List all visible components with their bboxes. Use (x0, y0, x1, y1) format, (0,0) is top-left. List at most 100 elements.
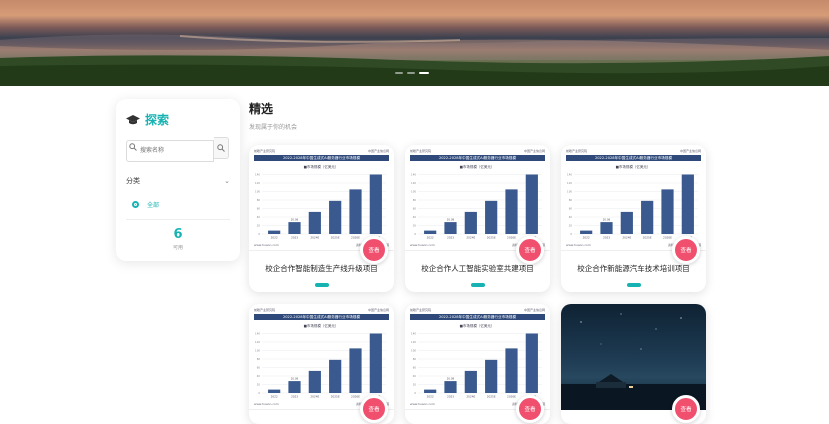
y-tick-label: 0 (414, 391, 416, 395)
view-button[interactable]: 查看 (672, 236, 700, 264)
y-tick-label: 20 (413, 224, 417, 228)
chart-org: 前瞻产业研究院 (410, 308, 432, 312)
search-button[interactable] (214, 137, 229, 159)
x-tick-label: 2023 (447, 236, 454, 240)
project-card[interactable]: 前瞻产业研究院 中国产业信息网 2022-2028年中国生成式AI服务器行业市场规模… (561, 145, 706, 292)
hero-banner (0, 0, 829, 86)
y-tick-label: 40 (569, 215, 573, 219)
y-tick-label: 120 (255, 340, 260, 344)
card-thumbnail[interactable]: 前瞻产业研究院 中国产业信息网 2022-2028年中国生成式AI服务器行业市场规模… (561, 145, 706, 264)
y-tick-label: 140 (567, 173, 572, 177)
search-icon (217, 144, 225, 152)
card-thumbnail[interactable]: 前瞻产业研究院 中国产业信息网 2022-2028年中国生成式AI服务器行业市场规模… (249, 304, 394, 423)
category-label: 分类 (126, 177, 140, 185)
carousel-dot[interactable] (407, 72, 415, 74)
y-tick-label: 140 (411, 332, 416, 336)
chart-bar (268, 230, 281, 234)
chart-header: 前瞻产业研究院 中国产业信息网 (254, 149, 389, 154)
chart-bar (308, 211, 321, 234)
card-thumbnail[interactable]: 查看 (561, 304, 706, 423)
y-tick-label: 0 (258, 391, 260, 395)
search-icon (129, 143, 137, 151)
chart-site-top: 中国产业信息网 (523, 308, 545, 312)
card-title: 校企合作智能制造生产线升级项目 (265, 264, 378, 273)
chart-bar (600, 222, 613, 234)
card-tag-pill (626, 283, 641, 287)
data-label: 20.08 (291, 377, 299, 381)
chart-site: www.huaon.com (566, 243, 591, 247)
chart-org: 前瞻产业研究院 (254, 149, 276, 153)
chart-bar (661, 189, 674, 234)
explore-sidebar: 探索 分类 ⌄ 全部 6 可用 (116, 99, 240, 261)
category-option-all[interactable]: 全部 (132, 200, 230, 209)
chart-title: 2022-2028年中国生成式AI服务器行业市场规模 (254, 155, 389, 161)
card-thumbnail[interactable]: 前瞻产业研究院 中国产业信息网 2022-2028年中国生成式AI服务器行业市场规模… (405, 304, 550, 423)
x-tick-label: 2024E (622, 236, 631, 240)
y-tick-label: 140 (255, 173, 260, 177)
y-tick-label: 0 (414, 232, 416, 236)
category-toggle[interactable]: 分类 ⌄ (126, 176, 230, 186)
x-tick-label: 2023 (291, 236, 298, 240)
chart-bar (505, 189, 518, 234)
chart-site-top: 中国产业信息网 (523, 149, 545, 153)
carousel-dot-active[interactable] (419, 72, 429, 74)
y-tick-label: 140 (255, 332, 260, 336)
y-tick-label: 20 (257, 224, 261, 228)
chart-bar (641, 200, 654, 234)
chart-bar (424, 230, 437, 234)
x-tick-label: 2025E (487, 236, 496, 240)
view-button[interactable]: 查看 (516, 236, 544, 264)
chart-legend: ■市场规模（亿美元） (460, 164, 495, 169)
chart-bar (485, 359, 498, 393)
project-card[interactable]: 前瞻产业研究院 中国产业信息网 2022-2028年中国生成式AI服务器行业市场规模… (249, 304, 394, 424)
card-title: 校企合作新能源汽车技术培训项目 (577, 264, 690, 273)
radio-selected-icon[interactable] (132, 201, 139, 208)
chart-bar (369, 333, 382, 393)
card-thumbnail[interactable]: 前瞻产业研究院 中国产业信息网 2022-2028年中国生成式AI服务器行业市场规模… (249, 145, 394, 264)
project-card[interactable]: 前瞻产业研究院 中国产业信息网 2022-2028年中国生成式AI服务器行业市场规模… (249, 145, 394, 292)
y-tick-label: 60 (257, 207, 261, 211)
view-button[interactable]: 查看 (516, 395, 544, 423)
y-tick-label: 100 (567, 190, 572, 194)
project-card[interactable]: 查看 (561, 304, 706, 424)
y-tick-label: 40 (257, 374, 261, 378)
x-tick-label: 2026E (663, 236, 672, 240)
x-tick-label: 2024E (310, 395, 319, 399)
x-tick-label: 2022 (583, 236, 590, 240)
search-input[interactable] (126, 139, 214, 162)
chart-bar (288, 381, 301, 393)
y-tick-label: 80 (413, 357, 417, 361)
y-tick-label: 0 (258, 232, 260, 236)
y-tick-label: 60 (413, 366, 417, 370)
chart-bar (580, 230, 593, 234)
x-tick-label: 2025E (331, 395, 340, 399)
chart-title: 2022-2028年中国生成式AI服务器行业市场规模 (566, 155, 701, 161)
y-tick-label: 120 (411, 340, 416, 344)
carousel-dot[interactable] (395, 72, 403, 74)
project-card[interactable]: 前瞻产业研究院 中国产业信息网 2022-2028年中国生成式AI服务器行业市场规模… (405, 304, 550, 424)
project-card[interactable]: 前瞻产业研究院 中国产业信息网 2022-2028年中国生成式AI服务器行业市场规模… (405, 145, 550, 292)
card-tag-pill (470, 283, 485, 287)
chart-bar (268, 389, 281, 393)
x-tick-label: 2025E (331, 236, 340, 240)
x-tick-label: 2022 (271, 395, 278, 399)
chart-legend: ■市场规模（亿美元） (460, 323, 495, 328)
x-tick-label: 2022 (427, 236, 434, 240)
chart-bar (424, 389, 437, 393)
view-button[interactable]: 查看 (672, 395, 700, 423)
chart-bar (444, 222, 457, 234)
view-button[interactable]: 查看 (360, 395, 388, 423)
x-tick-label: 2024E (466, 395, 475, 399)
card-thumbnail[interactable]: 前瞻产业研究院 中国产业信息网 2022-2028年中国生成式AI服务器行业市场规模… (405, 145, 550, 264)
y-tick-label: 100 (411, 190, 416, 194)
chart-site: www.huaon.com (410, 243, 435, 247)
chart-bar (329, 359, 342, 393)
x-tick-label: 2026E (507, 236, 516, 240)
x-tick-label: 2022 (427, 395, 434, 399)
x-tick-label: 2024E (466, 236, 475, 240)
view-button[interactable]: 查看 (360, 236, 388, 264)
x-tick-label: 2025E (643, 236, 652, 240)
y-tick-label: 120 (411, 181, 416, 185)
y-tick-label: 60 (569, 207, 573, 211)
search-box (126, 137, 230, 162)
